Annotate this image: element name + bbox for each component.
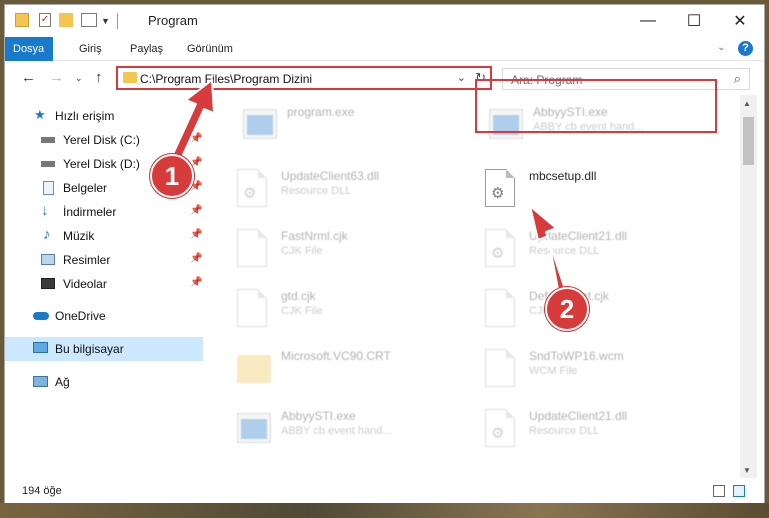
annotation-arrows bbox=[167, 79, 569, 301]
step-badge-2: 2 bbox=[545, 287, 589, 331]
step-badge-1: 1 bbox=[150, 154, 194, 198]
arrow-to-file bbox=[529, 205, 569, 301]
